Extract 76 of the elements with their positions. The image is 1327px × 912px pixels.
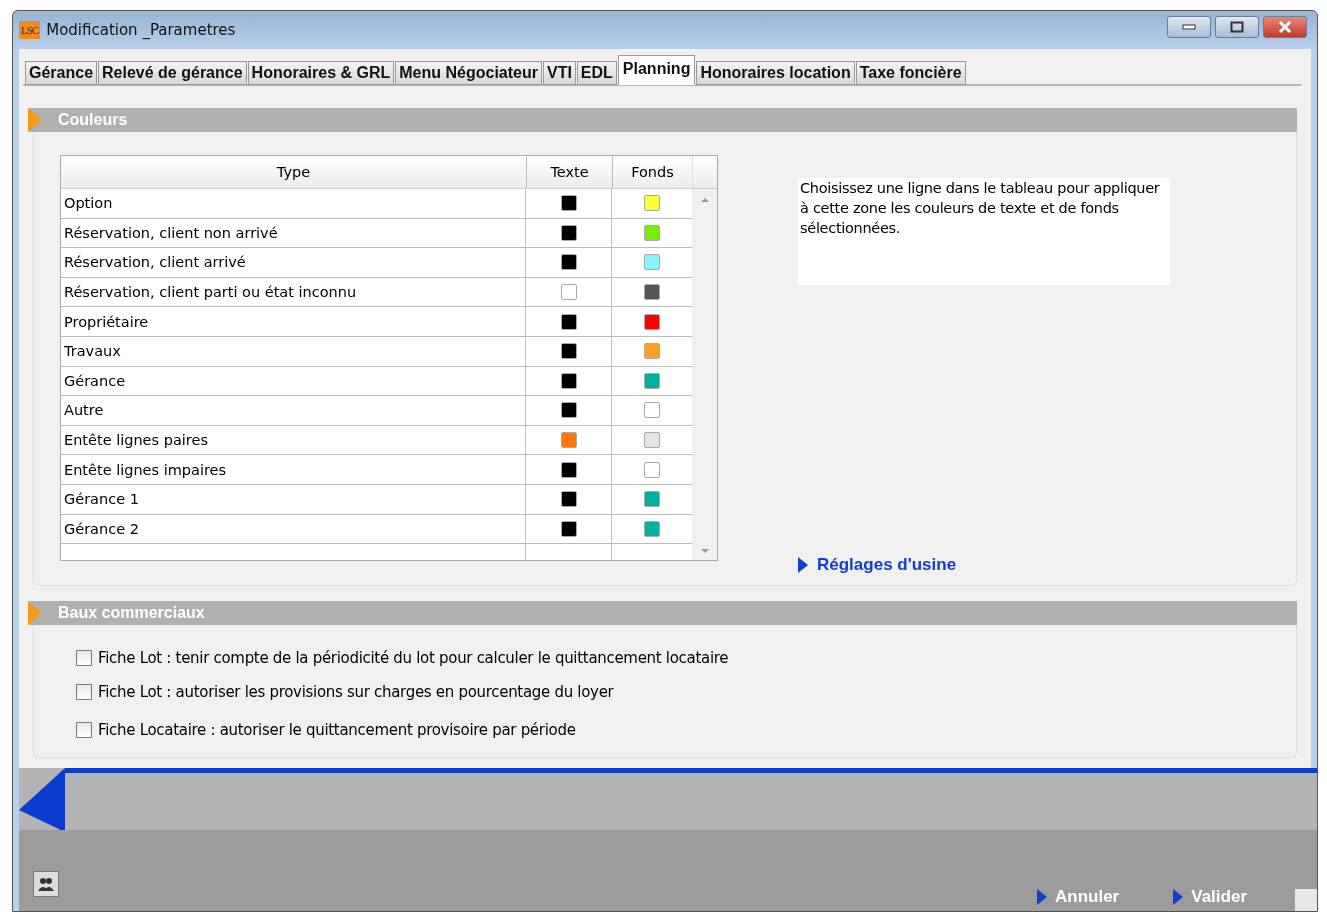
column-header: Type <box>61 156 527 188</box>
users-icon[interactable] <box>33 871 59 897</box>
color-swatch[interactable] <box>560 372 577 389</box>
color-swatch[interactable] <box>643 461 660 478</box>
checkbox[interactable] <box>76 650 92 667</box>
app-logo: LSC <box>19 21 41 39</box>
color-swatch[interactable] <box>643 313 660 330</box>
color-swatch[interactable] <box>643 195 660 212</box>
table-cell: Entête lignes impaires <box>61 455 526 484</box>
table-cell: Entête lignes paires <box>61 425 526 455</box>
table-cell: Réservation, client non arrivé <box>61 218 526 248</box>
option-checkbox[interactable]: Fiche Locataire : autoriser le quittancement provisoire par période <box>76 721 576 740</box>
color-swatch[interactable] <box>643 284 660 301</box>
color-swatch[interactable] <box>643 343 660 360</box>
close-button[interactable] <box>1263 16 1307 38</box>
table-cell: Gérance <box>61 366 526 396</box>
section-title: Couleurs <box>58 111 128 129</box>
color-swatch[interactable] <box>560 520 577 537</box>
scroll-up-icon[interactable] <box>699 197 710 203</box>
color-swatch[interactable] <box>560 491 577 508</box>
tab[interactable]: Honoraires & GRL <box>247 61 395 85</box>
tab[interactable]: Honoraires location <box>696 61 855 85</box>
tab[interactable]: Taxe foncière <box>855 61 966 85</box>
tab[interactable]: Gérance <box>25 61 98 85</box>
option-checkbox[interactable]: Fiche Lot : tenir compte de la périodicité du lot pour calculer le quittancement locataire <box>76 649 729 668</box>
table-cell: Gérance 1 <box>61 484 526 514</box>
section-title: Baux commerciaux <box>58 604 205 623</box>
tab[interactable]: VTI <box>542 61 576 85</box>
color-swatch[interactable] <box>643 254 660 271</box>
minimize-icon <box>1182 24 1196 30</box>
color-swatch[interactable] <box>643 520 660 537</box>
color-swatch[interactable] <box>643 224 660 241</box>
table-cell: Réservation, client parti ou état inconnu <box>61 277 526 307</box>
minimize-button[interactable] <box>1167 16 1211 38</box>
column-header: Texte <box>527 156 613 188</box>
resize-grip-icon[interactable] <box>1295 889 1317 911</box>
column-header: Fonds <box>613 156 693 188</box>
table-cell: Option <box>61 189 526 218</box>
color-swatch[interactable] <box>560 284 577 301</box>
color-swatch[interactable] <box>643 491 660 508</box>
tab[interactable]: Relevé de gérance <box>98 61 247 85</box>
checkbox[interactable] <box>76 722 92 739</box>
table-cell: Autre <box>61 396 526 425</box>
color-swatch[interactable] <box>643 432 660 449</box>
color-swatch[interactable] <box>560 402 577 419</box>
maximize-button[interactable] <box>1215 16 1259 38</box>
color-swatch[interactable] <box>643 402 660 419</box>
table-cell: Réservation, client arrivé <box>61 248 526 277</box>
play-icon <box>1037 889 1047 905</box>
factory-reset-link[interactable]: Réglages d'usine <box>798 555 1170 576</box>
table-cell: Propriétaire <box>61 307 526 336</box>
color-swatch[interactable] <box>560 343 577 360</box>
tab[interactable]: Planning <box>617 55 696 85</box>
tab[interactable]: EDL <box>576 61 617 85</box>
color-swatch[interactable] <box>560 254 577 271</box>
color-swatch[interactable] <box>560 461 577 478</box>
option-checkbox[interactable]: Fiche Lot : autoriser les provisions sur charges en pourcentage du loyer <box>76 683 614 702</box>
color-swatch[interactable] <box>560 224 577 241</box>
close-icon <box>1278 21 1292 33</box>
table-cell: Travaux <box>61 336 526 366</box>
play-icon <box>798 557 808 574</box>
color-swatch[interactable] <box>560 313 577 330</box>
color-swatch[interactable] <box>560 195 577 212</box>
preview-text: Choisissez une ligne dans le tableau pour appliquer à cette zone les couleurs de texte et de fonds sélectionnées. <box>798 178 1170 285</box>
checkbox[interactable] <box>76 684 92 701</box>
maximize-icon <box>1230 21 1244 33</box>
tab[interactable]: Menu Négociateur <box>395 61 542 85</box>
chevron-icon <box>28 601 42 626</box>
color-swatch[interactable] <box>560 432 577 449</box>
scroll-down-icon[interactable] <box>699 548 710 555</box>
play-icon <box>1173 889 1184 905</box>
window-title: Modification _Parametres <box>46 21 236 39</box>
color-swatch[interactable] <box>643 372 660 389</box>
scrollbar[interactable] <box>692 189 717 561</box>
chevron-icon <box>28 108 42 132</box>
table-cell: Gérance 2 <box>61 514 526 544</box>
